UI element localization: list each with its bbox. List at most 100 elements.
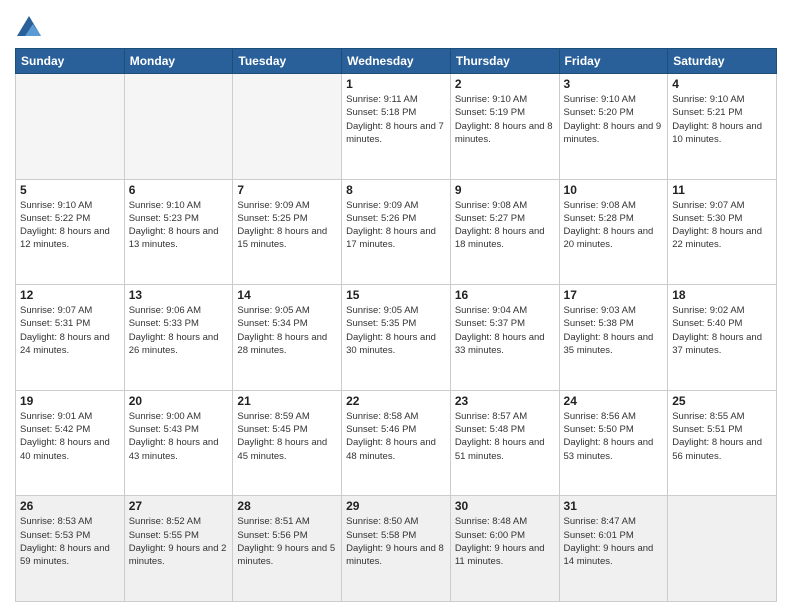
- day-info: Sunrise: 9:02 AM Sunset: 5:40 PM Dayligh…: [672, 304, 772, 357]
- day-info: Sunrise: 9:05 AM Sunset: 5:34 PM Dayligh…: [237, 304, 337, 357]
- week-row-3: 19 Sunrise: 9:01 AM Sunset: 5:42 PM Dayli…: [16, 390, 777, 496]
- day-cell: 24 Sunrise: 8:56 AM Sunset: 5:50 PM Dayli…: [559, 390, 668, 496]
- day-info: Sunrise: 9:10 AM Sunset: 5:23 PM Dayligh…: [129, 199, 229, 252]
- day-cell: 18 Sunrise: 9:02 AM Sunset: 5:40 PM Dayli…: [668, 285, 777, 391]
- day-cell: 10 Sunrise: 9:08 AM Sunset: 5:28 PM Dayli…: [559, 179, 668, 285]
- day-info: Sunrise: 8:53 AM Sunset: 5:53 PM Dayligh…: [20, 515, 120, 568]
- day-cell: 8 Sunrise: 9:09 AM Sunset: 5:26 PM Daylig…: [342, 179, 451, 285]
- week-row-2: 12 Sunrise: 9:07 AM Sunset: 5:31 PM Dayli…: [16, 285, 777, 391]
- day-number: 31: [564, 499, 664, 513]
- day-info: Sunrise: 9:10 AM Sunset: 5:22 PM Dayligh…: [20, 199, 120, 252]
- day-cell: 19 Sunrise: 9:01 AM Sunset: 5:42 PM Dayli…: [16, 390, 125, 496]
- day-number: 12: [20, 288, 120, 302]
- day-number: 28: [237, 499, 337, 513]
- day-cell: 25Sunrise: 8:55 AM Sunset: 5:51 PM Dayli…: [668, 390, 777, 496]
- day-info: Sunrise: 9:07 AM Sunset: 5:31 PM Dayligh…: [20, 304, 120, 357]
- day-number: 19: [20, 394, 120, 408]
- day-info: Sunrise: 9:08 AM Sunset: 5:28 PM Dayligh…: [564, 199, 664, 252]
- logo-icon: [15, 14, 43, 42]
- day-cell: 4Sunrise: 9:10 AM Sunset: 5:21 PM Daylig…: [668, 74, 777, 180]
- week-row-1: 5 Sunrise: 9:10 AM Sunset: 5:22 PM Daylig…: [16, 179, 777, 285]
- day-info: Sunrise: 9:08 AM Sunset: 5:27 PM Dayligh…: [455, 199, 555, 252]
- day-header-monday: Monday: [124, 49, 233, 74]
- week-row-0: 1 Sunrise: 9:11 AM Sunset: 5:18 PM Daylig…: [16, 74, 777, 180]
- day-info: Sunrise: 8:51 AM Sunset: 5:56 PM Dayligh…: [237, 515, 337, 568]
- day-info: Sunrise: 9:01 AM Sunset: 5:42 PM Dayligh…: [20, 410, 120, 463]
- day-number: 21: [237, 394, 337, 408]
- day-cell: 30Sunrise: 8:48 AM Sunset: 6:00 PM Dayli…: [450, 496, 559, 602]
- day-info: Sunrise: 8:57 AM Sunset: 5:48 PM Dayligh…: [455, 410, 555, 463]
- day-number: 27: [129, 499, 229, 513]
- day-cell: 6 Sunrise: 9:10 AM Sunset: 5:23 PM Daylig…: [124, 179, 233, 285]
- day-info: Sunrise: 9:09 AM Sunset: 5:25 PM Dayligh…: [237, 199, 337, 252]
- day-number: 3: [564, 77, 664, 91]
- day-number: 24: [564, 394, 664, 408]
- day-number: 22: [346, 394, 446, 408]
- day-info: Sunrise: 9:03 AM Sunset: 5:38 PM Dayligh…: [564, 304, 664, 357]
- day-number: 15: [346, 288, 446, 302]
- day-cell: 1 Sunrise: 9:11 AM Sunset: 5:18 PM Daylig…: [342, 74, 451, 180]
- day-cell: 14 Sunrise: 9:05 AM Sunset: 5:34 PM Dayli…: [233, 285, 342, 391]
- day-number: 9: [455, 183, 555, 197]
- day-cell: 23 Sunrise: 8:57 AM Sunset: 5:48 PM Dayli…: [450, 390, 559, 496]
- day-info: Sunrise: 8:48 AM Sunset: 6:00 PM Dayligh…: [455, 515, 555, 568]
- day-number: 14: [237, 288, 337, 302]
- page: SundayMondayTuesdayWednesdayThursdayFrid…: [0, 0, 792, 612]
- day-cell: 26 Sunrise: 8:53 AM Sunset: 5:53 PM Dayli…: [16, 496, 125, 602]
- day-number: 13: [129, 288, 229, 302]
- day-cell: 7 Sunrise: 9:09 AM Sunset: 5:25 PM Daylig…: [233, 179, 342, 285]
- day-header-saturday: Saturday: [668, 49, 777, 74]
- day-cell: 3Sunrise: 9:10 AM Sunset: 5:20 PM Daylig…: [559, 74, 668, 180]
- header: [15, 10, 777, 42]
- day-cell: 16Sunrise: 9:04 AM Sunset: 5:37 PM Dayli…: [450, 285, 559, 391]
- logo: [15, 14, 47, 42]
- day-info: Sunrise: 8:59 AM Sunset: 5:45 PM Dayligh…: [237, 410, 337, 463]
- day-header-wednesday: Wednesday: [342, 49, 451, 74]
- day-number: 8: [346, 183, 446, 197]
- day-info: Sunrise: 8:56 AM Sunset: 5:50 PM Dayligh…: [564, 410, 664, 463]
- day-cell: [233, 74, 342, 180]
- day-info: Sunrise: 8:47 AM Sunset: 6:01 PM Dayligh…: [564, 515, 664, 568]
- day-info: Sunrise: 8:52 AM Sunset: 5:55 PM Dayligh…: [129, 515, 229, 568]
- day-number: 11: [672, 183, 772, 197]
- day-number: 23: [455, 394, 555, 408]
- day-number: 6: [129, 183, 229, 197]
- calendar-header-row: SundayMondayTuesdayWednesdayThursdayFrid…: [16, 49, 777, 74]
- day-number: 4: [672, 77, 772, 91]
- day-header-sunday: Sunday: [16, 49, 125, 74]
- day-header-tuesday: Tuesday: [233, 49, 342, 74]
- day-cell: 9 Sunrise: 9:08 AM Sunset: 5:27 PM Daylig…: [450, 179, 559, 285]
- day-number: 5: [20, 183, 120, 197]
- day-info: Sunrise: 9:09 AM Sunset: 5:26 PM Dayligh…: [346, 199, 446, 252]
- day-cell: 31 Sunrise: 8:47 AM Sunset: 6:01 PM Dayli…: [559, 496, 668, 602]
- day-cell: 13 Sunrise: 9:06 AM Sunset: 5:33 PM Dayli…: [124, 285, 233, 391]
- day-number: 7: [237, 183, 337, 197]
- day-cell: 27 Sunrise: 8:52 AM Sunset: 5:55 PM Dayli…: [124, 496, 233, 602]
- day-number: 1: [346, 77, 446, 91]
- day-info: Sunrise: 9:10 AM Sunset: 5:19 PM Dayligh…: [455, 93, 555, 146]
- week-row-4: 26 Sunrise: 8:53 AM Sunset: 5:53 PM Dayli…: [16, 496, 777, 602]
- day-info: Sunrise: 9:06 AM Sunset: 5:33 PM Dayligh…: [129, 304, 229, 357]
- day-cell: 21 Sunrise: 8:59 AM Sunset: 5:45 PM Dayli…: [233, 390, 342, 496]
- day-info: Sunrise: 8:58 AM Sunset: 5:46 PM Dayligh…: [346, 410, 446, 463]
- day-cell: 20Sunrise: 9:00 AM Sunset: 5:43 PM Dayli…: [124, 390, 233, 496]
- day-header-thursday: Thursday: [450, 49, 559, 74]
- day-number: 16: [455, 288, 555, 302]
- day-number: 25: [672, 394, 772, 408]
- day-number: 10: [564, 183, 664, 197]
- day-cell: [16, 74, 125, 180]
- day-info: Sunrise: 8:50 AM Sunset: 5:58 PM Dayligh…: [346, 515, 446, 568]
- day-number: 26: [20, 499, 120, 513]
- day-info: Sunrise: 9:11 AM Sunset: 5:18 PM Dayligh…: [346, 93, 446, 146]
- day-info: Sunrise: 9:07 AM Sunset: 5:30 PM Dayligh…: [672, 199, 772, 252]
- day-cell: 11 Sunrise: 9:07 AM Sunset: 5:30 PM Dayli…: [668, 179, 777, 285]
- day-cell: 12 Sunrise: 9:07 AM Sunset: 5:31 PM Dayli…: [16, 285, 125, 391]
- day-cell: 29 Sunrise: 8:50 AM Sunset: 5:58 PM Dayli…: [342, 496, 451, 602]
- day-cell: 15Sunrise: 9:05 AM Sunset: 5:35 PM Dayli…: [342, 285, 451, 391]
- day-cell: 2 Sunrise: 9:10 AM Sunset: 5:19 PM Daylig…: [450, 74, 559, 180]
- day-number: 29: [346, 499, 446, 513]
- day-number: 2: [455, 77, 555, 91]
- day-info: Sunrise: 9:00 AM Sunset: 5:43 PM Dayligh…: [129, 410, 229, 463]
- day-number: 18: [672, 288, 772, 302]
- day-number: 17: [564, 288, 664, 302]
